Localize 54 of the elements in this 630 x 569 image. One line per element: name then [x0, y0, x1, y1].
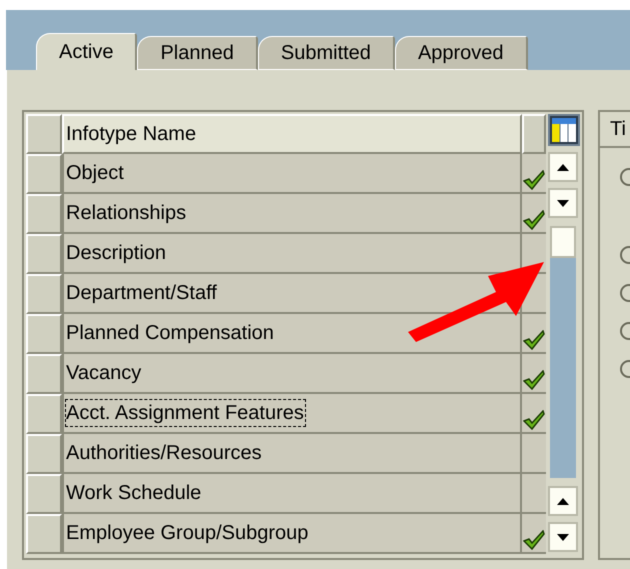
scrollbar-thumb[interactable]	[550, 226, 576, 258]
infotype-name: Planned Compensation	[65, 321, 275, 346]
infotype-name: Description	[65, 241, 168, 266]
infotype-name: Object	[65, 161, 125, 186]
checkmark-icon	[523, 330, 545, 350]
checkmark-icon	[523, 370, 545, 390]
down-triangle-icon	[557, 534, 569, 540]
row-selector[interactable]	[26, 274, 62, 314]
column-header[interactable]: Infotype Name	[62, 114, 522, 154]
up-triangle-icon	[557, 498, 569, 504]
infotype-name: Department/Staff	[65, 281, 218, 306]
table-cell[interactable]: Work Schedule	[62, 474, 522, 514]
tab[interactable]: Active	[36, 33, 138, 70]
scroll-up-button[interactable]	[548, 152, 578, 182]
infotype-name: Work Schedule	[65, 481, 202, 506]
row-selector[interactable]	[26, 154, 62, 194]
table-cell[interactable]: Employee Group/Subgroup	[62, 514, 522, 554]
table-cell[interactable]: Acct. Assignment Features	[62, 394, 522, 434]
row-selector[interactable]	[26, 514, 62, 554]
row-selector[interactable]	[26, 194, 62, 234]
checkmark-icon	[523, 170, 545, 190]
scroll-down-button[interactable]	[548, 522, 578, 552]
panel-header: Ti	[600, 112, 630, 148]
select-all-button[interactable]	[26, 114, 62, 154]
row-selector[interactable]	[26, 434, 62, 474]
infotype-name: Relationships	[65, 201, 188, 226]
tab[interactable]: Approved	[394, 36, 528, 70]
table-cell[interactable]: Relationships	[62, 194, 522, 234]
infotype-name: Authorities/Resources	[65, 441, 263, 466]
tab[interactable]: Submitted	[258, 36, 395, 70]
table-cell[interactable]: Object	[62, 154, 522, 194]
columns-icon	[552, 118, 576, 142]
checkmark-icon	[523, 210, 545, 230]
table-cell[interactable]: Description	[62, 234, 522, 274]
checkmark-icon	[523, 530, 545, 550]
table-cell[interactable]: Vacancy	[62, 354, 522, 394]
column-layout-button[interactable]	[548, 114, 580, 146]
table-cell[interactable]: Department/Staff	[62, 274, 522, 314]
table-cell[interactable]: Authorities/Resources	[62, 434, 522, 474]
row-selector[interactable]	[26, 234, 62, 274]
table-cell[interactable]: Planned Compensation	[62, 314, 522, 354]
row-selector[interactable]	[26, 314, 62, 354]
up-triangle-icon	[557, 164, 569, 170]
down-triangle-icon	[557, 200, 569, 206]
row-selector[interactable]	[26, 354, 62, 394]
row-selector[interactable]	[26, 474, 62, 514]
infotype-name: Vacancy	[65, 361, 142, 386]
infotype-name: Acct. Assignment Features	[65, 399, 306, 427]
tab[interactable]: Planned	[137, 36, 258, 70]
checkmark-icon	[523, 410, 545, 430]
scroll-up-button[interactable]	[548, 486, 578, 516]
infotype-name: Employee Group/Subgroup	[65, 521, 310, 546]
scroll-down-button[interactable]	[548, 188, 578, 218]
row-selector[interactable]	[26, 394, 62, 434]
